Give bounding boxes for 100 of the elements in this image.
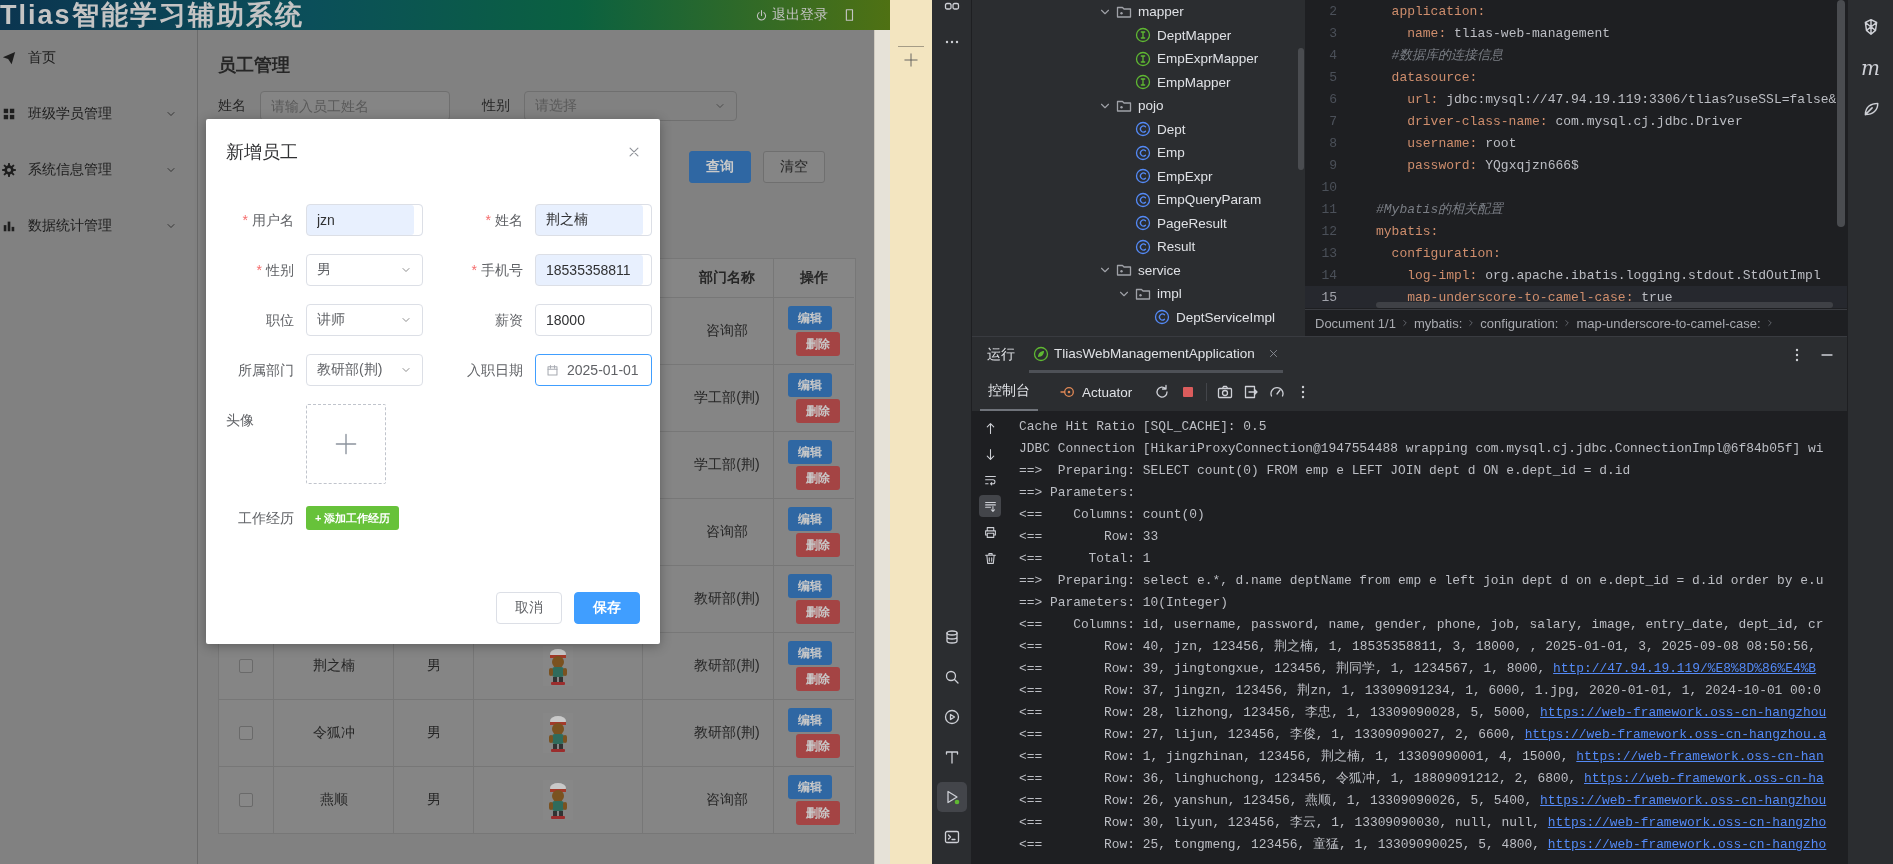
console-link[interactable]: https://web-framework.oss-cn-hangzho <box>1547 837 1827 852</box>
delete-button[interactable]: 删除 <box>796 600 840 624</box>
code-comment: #Mybatis的相关配置 <box>1376 201 1504 218</box>
tree-item[interactable]: DeptMapper <box>972 23 1305 47</box>
console-line: Cache Hit Ratio [SQL_CACHE]: 0.5 <box>1019 418 1268 436</box>
scrollbar[interactable] <box>1298 48 1304 170</box>
bar-chart-icon <box>2 219 16 233</box>
hammer-icon <box>943 749 960 765</box>
table-cell: 咨询部 <box>706 523 748 541</box>
breadcrumb-item[interactable]: Document 1/1 <box>1315 315 1396 331</box>
select-field[interactable]: 教研部(荆) <box>306 354 423 386</box>
select-field[interactable]: 讲师 <box>306 304 423 336</box>
code-line: password: YQgxqjzn666$ <box>1406 157 1579 173</box>
edit-button[interactable]: 编辑 <box>788 708 832 732</box>
sidebar-item[interactable]: 首页 <box>0 30 197 86</box>
code-line: mybatis: <box>1376 223 1439 239</box>
sidebar-item[interactable]: 系统信息管理 <box>0 142 197 198</box>
checkbox[interactable] <box>239 659 253 673</box>
code-line: configuration: <box>1390 245 1501 261</box>
field-label: * 手机号 <box>470 261 523 280</box>
console-line: ==> Preparing: SELECT count(0) FROM emp e LEFT JOIN dept d ON e.dept_id = d.id <box>1019 462 1632 480</box>
tree-item[interactable]: Result <box>972 235 1305 259</box>
edit-button[interactable]: 编辑 <box>788 440 832 464</box>
checkbox[interactable] <box>239 726 253 740</box>
console-link[interactable]: https://web-framework.oss-cn-ha <box>1584 771 1824 786</box>
table-cell: 男 <box>426 791 441 809</box>
console-link[interactable]: https://web-framework.oss-cn-han <box>1576 749 1824 764</box>
edit-button[interactable]: 编辑 <box>788 775 832 799</box>
query-button[interactable]: 查询 <box>689 151 751 183</box>
tree-item[interactable]: service <box>972 258 1305 282</box>
console-link[interactable]: https://web-framework.oss-cn-hangzhou.a <box>1524 727 1827 742</box>
tree-item[interactable]: mapper <box>972 0 1305 24</box>
breadcrumb-item[interactable]: map-underscore-to-camel-case: <box>1576 315 1761 331</box>
code-comment: #数据库的连接信息 <box>1390 47 1504 64</box>
spring-icon <box>1033 345 1049 362</box>
delete-button[interactable]: 删除 <box>796 466 840 490</box>
console-link[interactable]: https://web-framework.oss-cn-hangzhou <box>1540 705 1827 720</box>
console-link[interactable]: https://web-framework.oss-cn-hangzho <box>1547 815 1827 830</box>
scrollbar[interactable] <box>1376 302 1833 308</box>
edit-button[interactable]: 编辑 <box>788 373 832 397</box>
edit-button[interactable]: 编辑 <box>788 574 832 598</box>
table-cell: 咨询部 <box>706 322 748 340</box>
delete-button[interactable]: 删除 <box>796 533 840 557</box>
console-tab[interactable]: 控制台 <box>980 373 1038 411</box>
tree-item[interactable]: EmpExpr <box>972 164 1305 188</box>
delete-button[interactable]: 删除 <box>796 332 840 356</box>
edit-button[interactable]: 编辑 <box>788 641 832 665</box>
close-icon[interactable] <box>1267 348 1279 359</box>
delete-button[interactable]: 删除 <box>796 667 840 691</box>
tree-item[interactable]: EmpQueryParam <box>972 188 1305 212</box>
delete-button[interactable]: 删除 <box>796 801 840 825</box>
tree-item[interactable]: Dept <box>972 117 1305 141</box>
play-circle-icon <box>943 709 960 725</box>
console-line: <== Columns: id, username, password, name, gender, phone, job, salary, image, entry_date, dept_id, cr <box>1019 616 1825 634</box>
tree-item[interactable]: DeptServiceImpl <box>972 305 1305 329</box>
exit-icon[interactable] <box>1243 384 1260 400</box>
edit-button[interactable]: 编辑 <box>788 306 832 330</box>
console-line: <== Row: 1, jingzhinan, 123456, 荆之楠, 1, 13309090001, 4, 15000, https://web-framework.oss-cn-han <box>1019 748 1825 766</box>
sidebar-item[interactable]: 班级学员管理 <box>0 86 197 142</box>
console-tab[interactable]: Actuator <box>1052 373 1141 411</box>
logout-link[interactable]: 退出登录 <box>755 6 828 24</box>
save-button[interactable]: 保存 <box>574 592 640 624</box>
clear-button[interactable]: 清空 <box>763 151 825 183</box>
edit-button[interactable]: 编辑 <box>788 507 832 531</box>
scrollbar[interactable] <box>1837 0 1845 227</box>
text-field[interactable]: jzn <box>306 204 423 236</box>
tree-item[interactable]: impl <box>972 282 1305 306</box>
rerun-icon[interactable] <box>1154 384 1171 400</box>
console-link[interactable]: http://47.94.19.119/%E8%8D%86%E4%B <box>1553 661 1817 676</box>
delete-button[interactable]: 删除 <box>796 399 840 423</box>
text-field[interactable]: 荆之楠 <box>535 204 652 236</box>
scroll-end-button[interactable] <box>979 495 1001 517</box>
date-field[interactable]: 2025-01-01 <box>535 354 652 386</box>
scrollbar[interactable] <box>874 30 890 864</box>
console-link[interactable]: https://web-framework.oss-cn-hangzhou <box>1540 793 1827 808</box>
code-line: map-underscore-to-camel-case: true <box>1406 289 1673 305</box>
m-glyph-icon[interactable]: m <box>1861 58 1880 78</box>
sidebar-item[interactable]: 数据统计管理 <box>0 198 197 254</box>
text-field[interactable]: 18535358811 <box>535 254 652 286</box>
tree-item[interactable]: PageResult <box>972 211 1305 235</box>
console-line: <== Row: 30, liyun, 123456, 李云, 1, 13309090030, null, null, https://web-framework.oss-cn-hangzho <box>1019 814 1828 832</box>
checkbox[interactable] <box>239 793 253 807</box>
text-field[interactable]: 18000 <box>535 304 652 336</box>
class-icon <box>1154 309 1170 326</box>
tree-item[interactable]: Emp <box>972 141 1305 165</box>
breadcrumb-item[interactable]: mybatis: <box>1413 315 1463 331</box>
tree-item[interactable]: EmpMapper <box>972 70 1305 94</box>
breadcrumb-item[interactable]: configuration: <box>1480 315 1559 331</box>
camera-icon[interactable] <box>1217 384 1234 400</box>
delete-button[interactable]: 删除 <box>796 734 840 758</box>
select-field[interactable]: 男 <box>306 254 423 286</box>
run-tool-button[interactable] <box>936 782 967 812</box>
console-line: <== Row: 36, linghuchong, 123456, 令狐冲, 1, 18809091212, 2, 6800, https://web-framework.oss-cn-ha <box>1019 770 1825 788</box>
tree-item[interactable]: EmpExprMapper <box>972 47 1305 71</box>
tree-item[interactable]: pojo <box>972 94 1305 118</box>
close-icon[interactable] <box>627 145 641 159</box>
class-icon <box>1135 238 1151 255</box>
gauge-icon[interactable] <box>1269 384 1286 400</box>
cancel-button[interactable]: 取消 <box>496 592 562 624</box>
console-line: <== Row: 27, lijun, 123456, 李俊, 1, 13309090027, 2, 6600, https://web-framework.oss-cn-hangzhou.a <box>1019 726 1828 744</box>
